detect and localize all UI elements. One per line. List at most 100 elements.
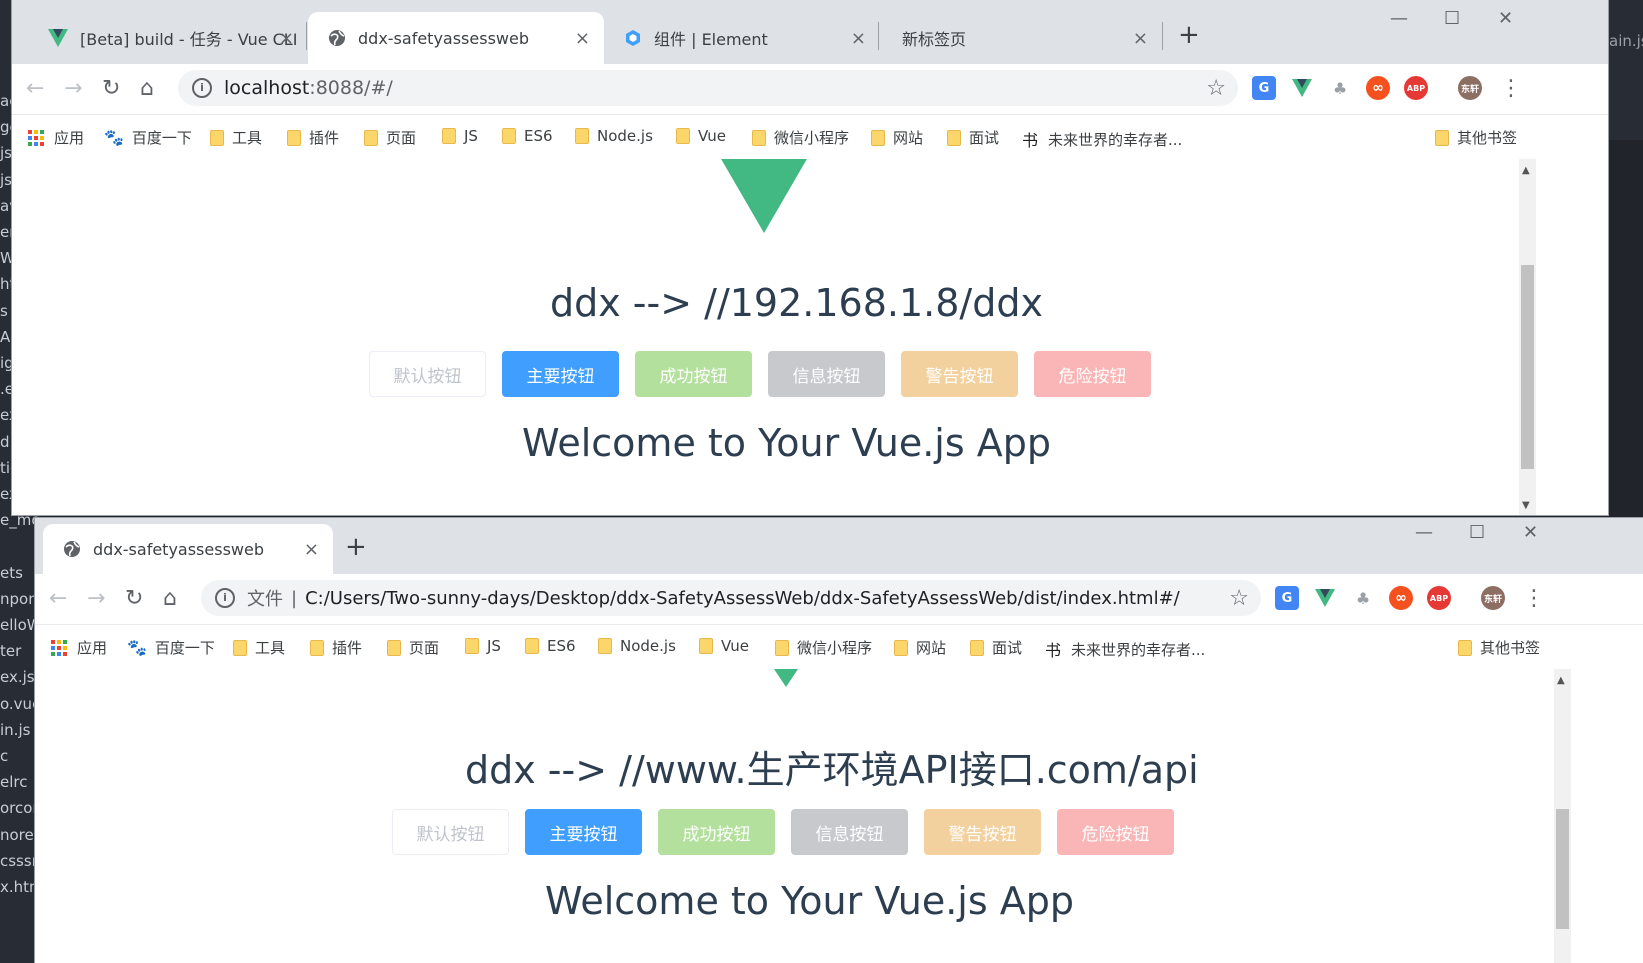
browser-menu-button[interactable]: ⋮ (1500, 76, 1522, 101)
minimize-button[interactable]: — (1415, 522, 1433, 543)
bookmark-folder[interactable]: 页面 (364, 127, 416, 148)
sitemap-extension-icon[interactable]: ♣ (1328, 76, 1352, 100)
bookmark-star-icon[interactable]: ☆ (1229, 586, 1249, 611)
sitemap-extension-icon[interactable]: ♣ (1351, 586, 1375, 610)
translate-extension-icon[interactable]: G (1275, 586, 1299, 610)
vue-devtools-icon[interactable] (1290, 76, 1314, 100)
bookmark-folder[interactable]: 页面 (387, 637, 439, 658)
bookmark-folder[interactable]: 面试 (970, 637, 1022, 658)
home-button[interactable]: ⌂ (140, 76, 154, 101)
vue-devtools-icon[interactable] (1313, 586, 1337, 610)
bookmark-baidu[interactable]: 🐾 百度一下 (127, 637, 215, 658)
bookmark-folder[interactable]: Node.js (598, 637, 676, 655)
infinity-extension-icon[interactable]: ∞ (1389, 586, 1413, 610)
tab-new-tab[interactable]: 新标签页 × (880, 12, 1162, 64)
scroll-thumb[interactable] (1521, 265, 1534, 469)
baidu-paw-icon: 🐾 (104, 128, 124, 147)
editor-tab-text: ain.js (1609, 32, 1643, 50)
infinity-extension-icon[interactable]: ∞ (1366, 76, 1390, 100)
scroll-thumb[interactable] (1556, 809, 1569, 929)
tab-ddx-safetyassessweb[interactable]: ddx-safetyassessweb × (43, 524, 333, 574)
bookmark-star-icon[interactable]: ☆ (1206, 76, 1226, 101)
danger-button[interactable]: 危险按钮 (1057, 809, 1174, 855)
bookmark-folder[interactable]: 工具 (233, 637, 285, 658)
bookmark-folder[interactable]: 网站 (871, 127, 923, 148)
default-button[interactable]: 默认按钮 (392, 809, 509, 855)
address-bar[interactable]: i 文件 | C:/Users/Two-sunny-days/Desktop/d… (201, 580, 1261, 616)
bookmark-folder[interactable]: Vue (699, 637, 749, 655)
info-icon[interactable]: i (192, 78, 212, 98)
bookmark-apps[interactable]: 应用 (51, 637, 107, 658)
back-button[interactable]: ← (26, 76, 44, 101)
tab-vue-cli[interactable]: [Beta] build - 任务 - Vue CLI × (28, 12, 308, 64)
close-window-button[interactable]: ✕ (1498, 8, 1513, 29)
browser-menu-button[interactable]: ⋮ (1523, 586, 1545, 611)
close-tab-icon[interactable]: × (575, 28, 590, 49)
profile-avatar[interactable]: 东轩 (1458, 76, 1482, 100)
bookmark-folder[interactable]: ES6 (525, 637, 576, 655)
bookmark-other[interactable]: 其他书签 (1458, 637, 1540, 658)
info-icon[interactable]: i (215, 588, 235, 608)
scroll-down-arrow[interactable]: ▼ (1522, 500, 1530, 511)
bookmark-folder[interactable]: Vue (676, 127, 726, 145)
danger-button[interactable]: 危险按钮 (1034, 351, 1151, 397)
page-content: ddx --> //192.168.1.8/ddx 默认按钮 主要按钮 成功按钮… (12, 159, 1608, 515)
reload-button[interactable]: ↻ (102, 76, 120, 101)
info-button[interactable]: 信息按钮 (791, 809, 908, 855)
bookmark-other[interactable]: 其他书签 (1435, 127, 1517, 148)
bookmark-apps[interactable]: 应用 (28, 127, 84, 148)
close-tab-icon[interactable]: × (304, 539, 319, 560)
close-window-button[interactable]: ✕ (1523, 522, 1538, 543)
primary-button[interactable]: 主要按钮 (502, 351, 619, 397)
bookmark-folder[interactable]: 微信小程序 (752, 127, 849, 148)
new-tab-button[interactable]: + (1178, 20, 1200, 50)
maximize-button[interactable]: ☐ (1469, 522, 1485, 543)
close-tab-icon[interactable]: × (851, 28, 866, 49)
forward-button[interactable]: → (87, 586, 105, 611)
forward-button[interactable]: → (64, 76, 82, 101)
bookmark-folder[interactable]: 插件 (310, 637, 362, 658)
apps-grid-icon (28, 129, 44, 146)
tab-strip: ddx-safetyassessweb × + — ☐ ✕ (35, 518, 1643, 574)
bookmark-future[interactable]: 书未来世界的幸存者... (1022, 127, 1182, 151)
profile-avatar[interactable]: 东轩 (1481, 586, 1505, 610)
bookmark-folder[interactable]: Node.js (575, 127, 653, 145)
maximize-button[interactable]: ☐ (1444, 8, 1460, 29)
close-tab-icon[interactable]: × (279, 28, 294, 49)
warning-button[interactable]: 警告按钮 (901, 351, 1018, 397)
scroll-up-arrow[interactable]: ▲ (1522, 165, 1530, 176)
bookmark-folder[interactable]: 工具 (210, 127, 262, 148)
adblock-extension-icon[interactable]: ABP (1404, 76, 1428, 100)
bookmark-folder[interactable]: JS (465, 637, 501, 655)
reload-button[interactable]: ↻ (125, 586, 143, 611)
success-button[interactable]: 成功按钮 (635, 351, 752, 397)
translate-extension-icon[interactable]: G (1252, 76, 1276, 100)
new-tab-button[interactable]: + (345, 532, 367, 562)
folder-icon (502, 128, 516, 144)
back-button[interactable]: ← (49, 586, 67, 611)
address-bar[interactable]: i localhost:8088/#/ ☆ (178, 70, 1238, 106)
scroll-up-arrow[interactable]: ▲ (1557, 675, 1565, 686)
default-button[interactable]: 默认按钮 (369, 351, 486, 397)
tab-element[interactable]: 组件 | Element × (604, 12, 880, 64)
bookmark-folder[interactable]: 面试 (947, 127, 999, 148)
vertical-scrollbar[interactable]: ▲ (1554, 669, 1571, 963)
bookmark-folder[interactable]: 插件 (287, 127, 339, 148)
bookmark-folder[interactable]: 微信小程序 (775, 637, 872, 658)
bookmark-baidu[interactable]: 🐾 百度一下 (104, 127, 192, 148)
adblock-extension-icon[interactable]: ABP (1427, 586, 1451, 610)
warning-button[interactable]: 警告按钮 (924, 809, 1041, 855)
bookmark-folder[interactable]: ES6 (502, 127, 553, 145)
primary-button[interactable]: 主要按钮 (525, 809, 642, 855)
success-button[interactable]: 成功按钮 (658, 809, 775, 855)
minimize-button[interactable]: — (1390, 8, 1408, 29)
bookmark-folder[interactable]: JS (442, 127, 478, 145)
bookmark-future[interactable]: 书未来世界的幸存者... (1045, 637, 1205, 661)
vertical-scrollbar[interactable]: ▲ ▼ (1519, 159, 1536, 515)
folder-icon (894, 639, 908, 656)
bookmark-folder[interactable]: 网站 (894, 637, 946, 658)
close-tab-icon[interactable]: × (1133, 28, 1148, 49)
info-button[interactable]: 信息按钮 (768, 351, 885, 397)
tab-ddx-safetyassessweb[interactable]: ddx-safetyassessweb × (308, 12, 604, 64)
home-button[interactable]: ⌂ (163, 586, 177, 611)
